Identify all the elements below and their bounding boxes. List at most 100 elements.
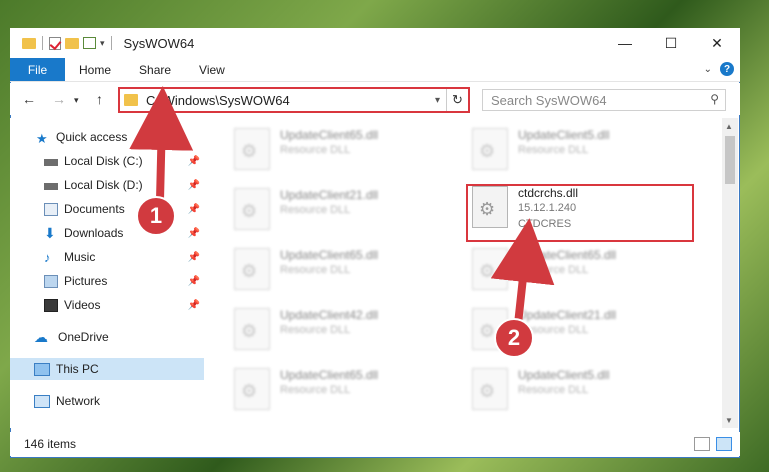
sidebar-item-downloads[interactable]: ⬇ Downloads 📌 — [10, 222, 204, 244]
sidebar-item-quick-access[interactable]: ★ Quick access — [10, 126, 204, 148]
file-name: UpdateClient65.dll — [280, 368, 379, 382]
file-item[interactable]: UpdateClient42.dll Resource DLL — [234, 302, 454, 362]
drive-icon — [44, 183, 58, 190]
sidebar-item-label: OneDrive — [58, 330, 109, 344]
file-item[interactable]: UpdateClient5.dll Resource DLL — [472, 122, 692, 182]
file-name: UpdateClient21.dll — [518, 308, 617, 322]
sidebar-item-label: Music — [64, 250, 96, 264]
file-item[interactable]: UpdateClient65.dll Resource DLL — [234, 122, 454, 182]
close-button[interactable]: ✕ — [694, 28, 740, 58]
step-2-badge: 2 — [494, 318, 534, 358]
window-title: SysWOW64 — [123, 35, 195, 51]
pin-icon[interactable]: 📌 — [188, 180, 200, 191]
sidebar-item-label: Documents — [64, 202, 125, 216]
sidebar-item-this-pc[interactable]: This PC — [10, 358, 204, 380]
file-list: UpdateClient65.dll Resource DLL UpdateCl… — [206, 118, 714, 428]
tab-view[interactable]: View — [185, 58, 239, 81]
properties-icon[interactable] — [83, 37, 96, 49]
minimize-button[interactable]: — — [602, 28, 648, 58]
pin-icon[interactable]: 📌 — [188, 252, 200, 263]
file-name: UpdateClient65.dll — [518, 248, 617, 262]
sidebar-item-label: Videos — [64, 298, 101, 312]
sidebar-item-label: Network — [56, 394, 101, 408]
sidebar-item-label: Quick access — [56, 130, 128, 144]
cloud-icon: ☁ — [34, 328, 48, 345]
up-arrow-icon[interactable]: ↑ — [96, 91, 103, 107]
sidebar-item-local-disk-c[interactable]: Local Disk (C:) 📌 — [10, 150, 204, 172]
large-icons-view-icon[interactable] — [716, 437, 732, 451]
address-bar[interactable]: C:\Windows\SysWOW64 ▾ ↻ — [118, 87, 470, 113]
maximize-button[interactable]: ☐ — [648, 28, 694, 58]
sidebar-item-local-disk-d[interactable]: Local Disk (D:) 📌 — [10, 174, 204, 196]
pin-icon[interactable]: 📌 — [188, 300, 200, 311]
file-item[interactable]: UpdateClient65.dll Resource DLL — [234, 362, 454, 422]
sidebar-item-onedrive[interactable]: ☁ OneDrive — [10, 326, 204, 348]
dll-file-icon — [234, 188, 270, 230]
new-folder-icon[interactable] — [65, 37, 79, 49]
pin-icon[interactable]: 📌 — [188, 204, 200, 215]
file-name: UpdateClient5.dll — [518, 368, 610, 382]
ribbon-tabs: File Home Share View ⌄ ? — [10, 58, 740, 82]
file-description: Resource DLL — [518, 264, 589, 276]
item-count: 146 items — [24, 437, 77, 451]
tab-share[interactable]: Share — [125, 58, 185, 81]
dll-file-icon — [234, 308, 270, 350]
sidebar-item-network[interactable]: Network — [10, 390, 204, 412]
sidebar-item-music[interactable]: ♪ Music 📌 — [10, 246, 204, 268]
sidebar-item-label: Downloads — [64, 226, 124, 240]
expand-ribbon-icon[interactable]: ⌄ — [704, 64, 712, 75]
star-icon: ★ — [36, 130, 48, 146]
file-description: Resource DLL — [280, 384, 351, 396]
folder-icon — [124, 94, 138, 106]
quick-access-toolbar: ▾ — [10, 28, 114, 58]
downloads-icon: ⬇ — [44, 224, 56, 241]
scroll-up-icon[interactable]: ▲ — [725, 122, 733, 131]
address-path[interactable]: C:\Windows\SysWOW64 — [146, 93, 435, 108]
file-name: UpdateClient65.dll — [280, 248, 379, 262]
pin-icon[interactable]: 📌 — [188, 276, 200, 287]
address-dropdown-icon[interactable]: ▾ — [435, 95, 440, 106]
folder-icon — [22, 37, 36, 49]
pin-icon[interactable]: 📌 — [188, 156, 200, 167]
videos-icon — [44, 298, 58, 312]
file-item[interactable]: UpdateClient21.dll Resource DLL — [234, 182, 454, 242]
file-item[interactable]: UpdateClient65.dll Resource DLL — [472, 242, 692, 302]
navigation-bar: ← → ▾ ↑ C:\Windows\SysWOW64 ▾ ↻ Search S… — [10, 83, 740, 115]
back-arrow-icon[interactable]: ← — [22, 91, 36, 107]
search-input[interactable]: Search SysWOW64 ⚲ — [482, 89, 726, 111]
forward-arrow-icon[interactable]: → — [52, 91, 66, 107]
details-view-icon[interactable] — [694, 437, 710, 451]
file-name: UpdateClient42.dll — [280, 308, 379, 322]
navigation-pane: ★ Quick access Local Disk (C:) 📌 Local D… — [10, 118, 204, 428]
recent-locations-chevron-icon[interactable]: ▾ — [74, 95, 79, 106]
file-description: Resource DLL — [518, 144, 589, 156]
vertical-scrollbar[interactable]: ▲ ▼ — [722, 118, 738, 428]
toolbar-divider — [110, 36, 112, 50]
music-icon: ♪ — [44, 249, 51, 265]
tab-file[interactable]: File — [10, 58, 65, 81]
file-name: UpdateClient5.dll — [518, 128, 610, 142]
scroll-thumb[interactable] — [725, 136, 735, 184]
file-item[interactable]: UpdateClient65.dll Resource DLL — [234, 242, 454, 302]
dll-file-icon — [234, 368, 270, 410]
pin-icon[interactable]: 📌 — [188, 228, 200, 239]
dll-file-icon — [234, 248, 270, 290]
dll-file-icon — [472, 368, 508, 410]
sidebar-item-label: Local Disk (C:) — [64, 154, 143, 168]
sidebar-item-pictures[interactable]: Pictures 📌 — [10, 270, 204, 292]
sidebar-item-videos[interactable]: Videos 📌 — [10, 294, 204, 316]
dll-file-icon — [472, 248, 508, 290]
search-icon[interactable]: ⚲ — [710, 92, 719, 106]
refresh-icon[interactable]: ↻ — [446, 89, 468, 111]
step-1-badge: 1 — [136, 196, 176, 236]
help-icon[interactable]: ? — [720, 62, 734, 76]
customize-dropdown-icon[interactable]: ▾ — [100, 38, 105, 49]
file-name: UpdateClient21.dll — [280, 188, 379, 202]
properties-check-icon[interactable] — [49, 36, 61, 50]
file-name: UpdateClient65.dll — [280, 128, 379, 142]
title-bar: ▾ SysWOW64 — ☐ ✕ — [10, 28, 740, 58]
scroll-down-icon[interactable]: ▼ — [725, 416, 733, 425]
file-item[interactable]: UpdateClient5.dll Resource DLL — [472, 362, 692, 422]
file-description: Resource DLL — [280, 204, 351, 216]
tab-home[interactable]: Home — [65, 58, 125, 81]
